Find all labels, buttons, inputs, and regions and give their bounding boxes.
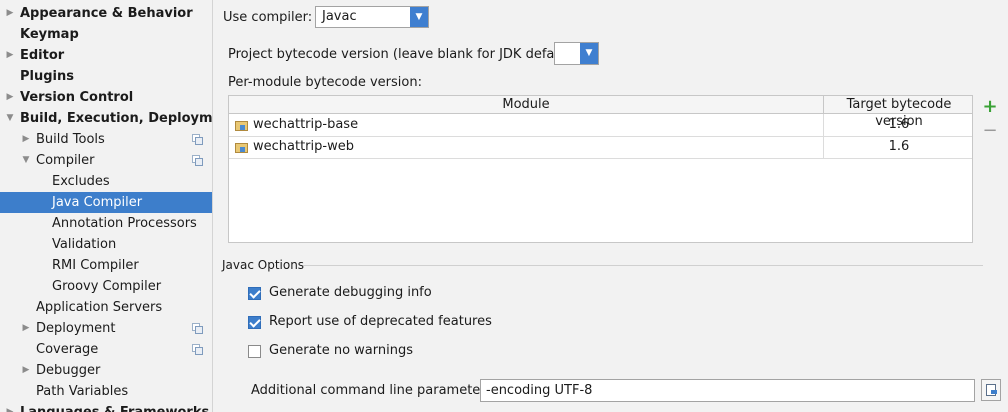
javac-options-title: Javac Options xyxy=(222,258,305,272)
chevron-down-icon[interactable]: ▼ xyxy=(4,108,16,129)
chevron-right-icon[interactable]: ▶ xyxy=(20,360,32,381)
sidebar-item-label: Build Tools xyxy=(36,132,105,147)
per-module-label: Per-module bytecode version: xyxy=(228,75,422,90)
sidebar-item-build-execution-deployment[interactable]: ▼ Build, Execution, Deployment xyxy=(0,108,212,129)
option-label[interactable]: Generate no warnings xyxy=(269,343,413,358)
sidebar-item-label: Coverage xyxy=(36,342,99,357)
target-version-cell[interactable]: 1.6 xyxy=(824,114,974,136)
sidebar-item-rmi-compiler[interactable]: RMI Compiler xyxy=(0,255,212,276)
sidebar-item-label: Debugger xyxy=(36,363,101,378)
module-name: wechattrip-base xyxy=(253,117,359,132)
sidebar-item-label: Plugins xyxy=(20,69,74,84)
sidebar-item-label: Annotation Processors xyxy=(52,216,197,231)
bytecode-version-dropdown[interactable]: ▼ xyxy=(554,42,599,65)
chevron-right-icon[interactable]: ▶ xyxy=(4,87,16,108)
sidebar-item-label: Validation xyxy=(52,237,117,252)
project-level-icon xyxy=(192,344,203,355)
expand-editor-icon xyxy=(986,384,997,396)
project-level-icon xyxy=(192,134,203,145)
table-row[interactable]: wechattrip-web 1.6 xyxy=(229,136,972,159)
module-cell[interactable]: wechattrip-base xyxy=(229,114,824,136)
expand-params-button[interactable] xyxy=(981,379,1001,401)
chevron-right-icon[interactable]: ▶ xyxy=(4,3,16,24)
sidebar-item-path-variables[interactable]: Path Variables xyxy=(0,381,212,402)
project-level-icon xyxy=(192,323,203,334)
sidebar-item-label: Build, Execution, Deployment xyxy=(20,111,213,126)
per-module-table: Module Target bytecode version wechattri… xyxy=(228,95,973,243)
java-compiler-panel: Use compiler: Javac ▼ Project bytecode v… xyxy=(213,0,1008,412)
table-row[interactable]: wechattrip-base 1.6 xyxy=(229,114,972,137)
module-folder-icon xyxy=(235,141,248,153)
chevron-right-icon[interactable]: ▶ xyxy=(20,318,32,339)
chevron-down-icon[interactable]: ▼ xyxy=(20,150,32,171)
add-icon[interactable]: + xyxy=(982,98,998,116)
sidebar-item-label: Compiler xyxy=(36,153,95,168)
sidebar-item-label: Application Servers xyxy=(36,300,163,315)
sidebar-item-version-control[interactable]: ▶ Version Control xyxy=(0,87,212,108)
target-version-cell[interactable]: 1.6 xyxy=(824,136,974,158)
column-header-module[interactable]: Module xyxy=(229,96,824,113)
sidebar-item-appearance-behavior[interactable]: ▶ Appearance & Behavior xyxy=(0,3,212,24)
group-divider xyxy=(303,265,983,266)
sidebar-item-deployment[interactable]: ▶ Deployment xyxy=(0,318,212,339)
use-compiler-value: Javac xyxy=(322,9,357,24)
sidebar-item-keymap[interactable]: Keymap xyxy=(0,24,212,45)
sidebar-item-editor[interactable]: ▶ Editor xyxy=(0,45,212,66)
column-header-target[interactable]: Target bytecode version xyxy=(824,96,974,129)
chevron-right-icon[interactable]: ▶ xyxy=(4,402,16,412)
params-label: Additional command line parameters: xyxy=(251,383,497,398)
project-level-icon xyxy=(192,155,203,166)
sidebar-item-label: Version Control xyxy=(20,90,134,105)
sidebar-item-application-servers[interactable]: Application Servers xyxy=(0,297,212,318)
sidebar-item-java-compiler[interactable]: Java Compiler xyxy=(0,192,212,213)
option-checkbox[interactable] xyxy=(248,345,261,358)
settings-sidebar: ▶ Appearance & Behavior Keymap ▶ Editor Plugi… xyxy=(0,0,213,412)
table-header: Module Target bytecode version xyxy=(229,96,974,129)
chevron-right-icon[interactable]: ▶ xyxy=(20,129,32,150)
sidebar-item-validation[interactable]: Validation xyxy=(0,234,212,255)
sidebar-item-label: Languages & Frameworks xyxy=(20,402,209,412)
sidebar-item-label: Editor xyxy=(20,48,65,63)
sidebar-item-groovy-compiler[interactable]: Groovy Compiler xyxy=(0,276,212,297)
sidebar-item-label: Deployment xyxy=(36,321,116,336)
remove-icon[interactable]: − xyxy=(982,122,998,140)
use-compiler-dropdown[interactable]: Javac ▼ xyxy=(315,6,429,28)
params-value: -encoding UTF-8 xyxy=(486,383,593,398)
option-checkbox[interactable] xyxy=(248,316,261,329)
sidebar-item-excludes[interactable]: Excludes xyxy=(0,171,212,192)
sidebar-item-label: RMI Compiler xyxy=(52,258,139,273)
additional-params-input[interactable]: -encoding UTF-8 xyxy=(480,379,975,402)
sidebar-item-debugger[interactable]: ▶ Debugger xyxy=(0,360,212,381)
sidebar-item-label: Path Variables xyxy=(36,384,129,399)
sidebar-item-label: Java Compiler xyxy=(52,195,143,210)
sidebar-item-label: Keymap xyxy=(20,27,79,42)
option-label[interactable]: Report use of deprecated features xyxy=(269,314,492,329)
sidebar-item-compiler[interactable]: ▼ Compiler xyxy=(0,150,212,171)
module-folder-icon xyxy=(235,119,248,131)
use-compiler-label: Use compiler: xyxy=(223,10,313,25)
sidebar-item-label: Appearance & Behavior xyxy=(20,6,193,21)
sidebar-item-label: Groovy Compiler xyxy=(52,279,162,294)
module-cell[interactable]: wechattrip-web xyxy=(229,136,824,158)
sidebar-item-annotation-processors[interactable]: Annotation Processors xyxy=(0,213,212,234)
sidebar-item-coverage[interactable]: Coverage xyxy=(0,339,212,360)
sidebar-item-build-tools[interactable]: ▶ Build Tools xyxy=(0,129,212,150)
chevron-down-icon: ▼ xyxy=(580,43,598,64)
sidebar-item-languages-frameworks[interactable]: ▶ Languages & Frameworks xyxy=(0,402,212,412)
bytecode-version-label: Project bytecode version (leave blank fo… xyxy=(228,47,581,62)
option-label[interactable]: Generate debugging info xyxy=(269,285,432,300)
sidebar-item-plugins[interactable]: Plugins xyxy=(0,66,212,87)
module-name: wechattrip-web xyxy=(253,139,354,154)
chevron-down-icon: ▼ xyxy=(410,7,428,27)
sidebar-item-label: Excludes xyxy=(52,174,110,189)
chevron-right-icon[interactable]: ▶ xyxy=(4,45,16,66)
option-checkbox[interactable] xyxy=(248,287,261,300)
